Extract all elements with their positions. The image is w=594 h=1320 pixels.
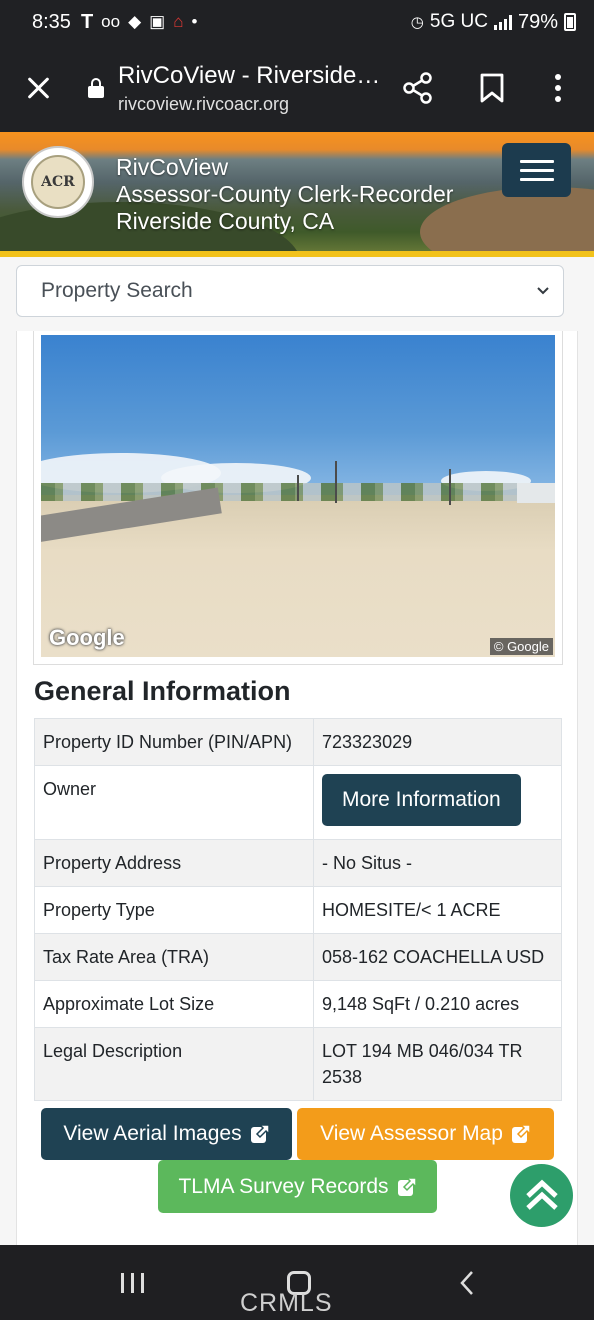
recent-apps-button[interactable] — [121, 1273, 144, 1293]
row-label: Property Address — [34, 839, 314, 887]
lock-icon — [88, 78, 104, 98]
street-view-frame: Google © Google — [33, 331, 563, 665]
external-link-icon — [250, 1124, 270, 1143]
app-notification-icon: ◆ — [128, 12, 142, 31]
signal-icon — [493, 14, 512, 30]
street-view-image[interactable]: Google © Google — [41, 335, 555, 657]
status-bar: 8:35 T oo ◆ ▣ ⌂ • ◷ 5G UC 79% — [0, 0, 594, 44]
county-seal-logo[interactable]: ACR — [22, 146, 94, 218]
page-title: RivCoView - Riverside… — [118, 62, 381, 89]
row-label: Property ID Number (PIN/APN) — [34, 718, 314, 766]
crmls-watermark: CRMLS — [240, 1289, 333, 1317]
view-assessor-map-button[interactable]: View Assessor Map — [297, 1108, 554, 1160]
page-url[interactable]: rivcoview.rivcoacr.org — [118, 94, 289, 115]
select-value: Property Search — [41, 279, 193, 302]
building — [517, 483, 555, 503]
notification-icons: T oo ◆ ▣ ⌂ • — [81, 11, 198, 34]
row-value: 058-162 COACHELLA USD — [313, 933, 562, 981]
browser-toolbar: RivCoView - Riverside… rivcoview.rivcoac… — [0, 44, 594, 132]
tlma-survey-records-button[interactable]: TLMA Survey Records — [158, 1160, 437, 1213]
battery-percent: 79% — [517, 10, 558, 33]
hamburger-menu-button[interactable] — [502, 143, 571, 197]
tmobile-icon: T — [80, 10, 94, 33]
more-options-icon[interactable] — [548, 72, 568, 104]
network-label: 5G UC — [429, 11, 488, 32]
more-information-button[interactable]: More Information — [322, 774, 521, 826]
row-value: 723323029 — [313, 718, 562, 766]
google-copyright: © Google — [489, 638, 553, 655]
table-row: Property Address - No Situs - — [34, 839, 562, 887]
photo-icon: ▣ — [149, 12, 166, 31]
row-value: HOMESITE/< 1 ACRE — [313, 886, 562, 934]
home-app-icon: ⌂ — [173, 12, 184, 31]
row-label: Approximate Lot Size — [34, 980, 314, 1028]
property-search-select[interactable]: Property Search — [16, 265, 564, 317]
utility-pole — [335, 461, 337, 503]
button-label: View Assessor Map — [320, 1122, 503, 1145]
back-button[interactable] — [458, 1270, 476, 1296]
table-row: Tax Rate Area (TRA) 058-162 COACHELLA US… — [34, 933, 562, 981]
utility-pole — [449, 469, 451, 505]
button-label: View Aerial Images — [63, 1122, 242, 1145]
chevron-down-icon — [537, 287, 549, 295]
site-header: ACR RivCoView Assessor-County Clerk-Reco… — [0, 132, 594, 257]
table-row: Owner More Information — [34, 765, 562, 840]
row-label: Legal Description — [34, 1027, 314, 1101]
row-value: 9,148 SqFt / 0.210 acres — [313, 980, 562, 1028]
button-label: TLMA Survey Records — [178, 1174, 389, 1198]
row-label: Tax Rate Area (TRA) — [34, 933, 314, 981]
general-information-table: Property ID Number (PIN/APN) 723323029 O… — [34, 718, 562, 1101]
alarm-icon: ◷ — [410, 14, 424, 31]
row-label: Owner — [34, 765, 314, 840]
site-brand: RivCoView Assessor-County Clerk-Recorder… — [116, 154, 453, 235]
utility-pole — [297, 475, 299, 501]
status-time: 8:35 — [32, 10, 71, 33]
view-aerial-images-button[interactable]: View Aerial Images — [41, 1108, 292, 1160]
brand-department: Assessor-County Clerk-Recorder — [116, 181, 454, 207]
general-information-title: General Information — [34, 676, 291, 706]
google-logo: Google — [49, 625, 125, 650]
property-card: Google © Google General Information Prop… — [16, 331, 578, 1245]
brand-location: Riverside County, CA — [116, 208, 335, 234]
share-icon[interactable] — [402, 72, 434, 104]
row-value: - No Situs - — [313, 839, 562, 887]
bookmark-icon[interactable] — [478, 72, 506, 104]
scroll-to-top-button[interactable] — [510, 1164, 573, 1227]
row-value: LOT 194 MB 046/034 TR 2538 — [313, 1027, 562, 1101]
status-right: ◷ 5G UC 79% — [411, 11, 576, 34]
row-label: Property Type — [34, 886, 314, 934]
double-chevron-up-icon — [525, 1179, 558, 1210]
battery-icon — [564, 13, 576, 31]
external-link-icon — [511, 1124, 531, 1143]
close-tab-button[interactable] — [22, 72, 54, 104]
table-row: Approximate Lot Size 9,148 SqFt / 0.210 … — [34, 980, 562, 1028]
brand-name: RivCoView — [116, 154, 229, 180]
main-content: Property Search Google © Google General … — [0, 257, 594, 1245]
table-row: Legal Description LOT 194 MB 046/034 TR … — [34, 1027, 562, 1101]
system-navigation-bar: CRMLS — [0, 1245, 594, 1320]
seal-inner: ACR — [31, 155, 85, 209]
external-link-icon — [397, 1176, 417, 1196]
table-row: Property ID Number (PIN/APN) 723323029 — [34, 718, 562, 766]
dot-icon: • — [191, 12, 198, 31]
row-value: More Information — [313, 765, 562, 840]
voicemail-icon: oo — [101, 12, 121, 31]
table-row: Property Type HOMESITE/< 1 ACRE — [34, 886, 562, 934]
